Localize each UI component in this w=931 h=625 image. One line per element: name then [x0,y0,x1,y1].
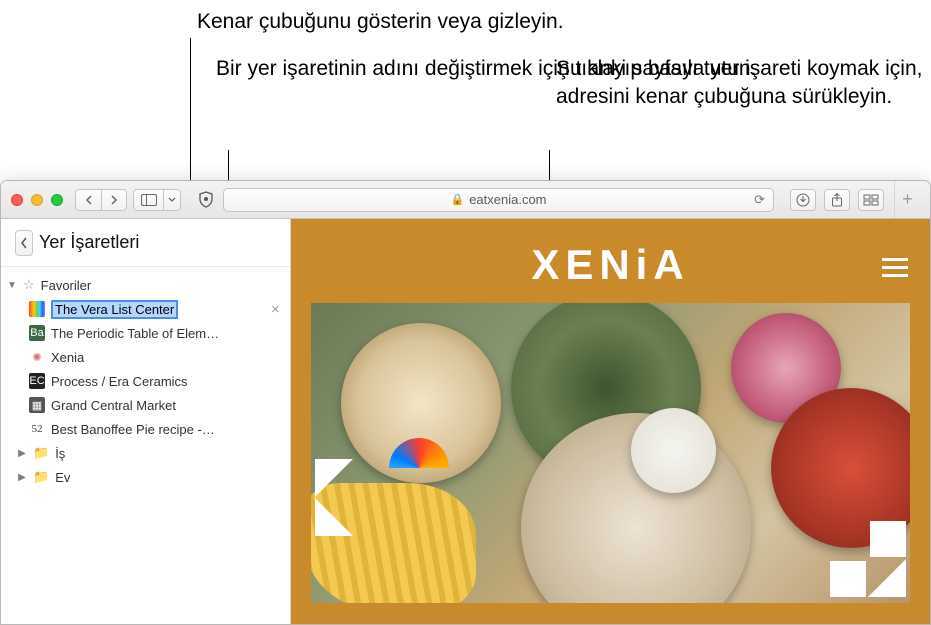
favicon-xenia: ✺ [29,349,45,365]
nav-buttons [75,189,127,211]
food-plate [631,408,716,493]
chevron-left-icon [20,237,28,249]
toolbar-right [790,189,884,211]
decoration-square [830,561,866,597]
bookmark-row[interactable]: ✺ Xenia [1,345,290,369]
favicon-grand-central: ▦ [29,397,45,413]
favorites-star-icon: ☆ [23,277,35,293]
bookmark-row[interactable]: Ba The Periodic Table of Elem… [1,321,290,345]
window-toolbar: 🔒 eatxenia.com ⟳ + [1,181,930,219]
folder-icon: 📁 [33,469,49,485]
sidebar-toggle-group [133,189,181,211]
disclosure-triangle-icon[interactable]: ▶ [17,448,27,459]
minimize-window-button[interactable] [31,194,43,206]
new-tab-button[interactable]: + [894,181,920,218]
close-window-button[interactable] [11,194,23,206]
chevron-right-icon [110,195,118,205]
favorites-folder-row[interactable]: ▼ ☆ Favoriler [1,273,290,297]
safari-window: 🔒 eatxenia.com ⟳ + Yer İşaretle [0,180,931,625]
zoom-window-button[interactable] [51,194,63,206]
bookmarks-sidebar: Yer İşaretleri ▼ ☆ Favoriler The Vera Li… [1,219,291,624]
folder-label: Ev [55,470,70,485]
window-content: Yer İşaretleri ▼ ☆ Favoriler The Vera Li… [1,219,930,624]
favorites-label: Favoriler [41,278,92,293]
callout-drag-bookmark: Şu anki sayfaya yer işareti koymak için,… [556,55,931,112]
bookmark-label: The Periodic Table of Elem… [51,326,219,341]
bookmark-folder-row[interactable]: ▶ 📁 İş [1,441,290,465]
reload-button[interactable]: ⟳ [754,192,765,208]
folder-label: İş [55,446,65,461]
download-icon [796,193,810,207]
chevron-down-icon [168,197,176,203]
address-bar[interactable]: 🔒 eatxenia.com ⟳ [223,188,774,212]
share-icon [831,193,843,207]
bookmark-row[interactable]: 52 Best Banoffee Pie recipe -… [1,417,290,441]
webpage-content: XENiA [291,219,930,624]
bookmark-label: Process / Era Ceramics [51,374,188,389]
downloads-button[interactable] [790,189,816,211]
address-area: 🔒 eatxenia.com ⟳ [197,188,774,212]
tab-overview-icon [863,194,879,206]
decoration-square [870,521,906,557]
food-fries [311,483,476,603]
folder-icon: 📁 [33,445,49,461]
lock-icon: 🔒 [450,193,464,206]
forward-button[interactable] [101,189,127,211]
annotation-callouts: Kenar çubuğunu gösterin veya gizleyin. B… [0,0,931,180]
window-controls [11,194,63,206]
tabs-button[interactable] [858,189,884,211]
bookmark-row[interactable]: ▦ Grand Central Market [1,393,290,417]
sidebar-toggle-button[interactable] [133,189,163,211]
bookmark-folder-row[interactable]: ▶ 📁 Ev [1,465,290,489]
bookmark-label: Grand Central Market [51,398,176,413]
favicon-periodic-table: Ba [29,325,45,341]
sidebar-title: Yer İşaretleri [39,232,139,253]
sidebar-menu-button[interactable] [163,189,181,211]
site-logo-text: XENiA [291,219,930,303]
hero-image [311,303,910,603]
hamburger-icon [882,258,908,261]
bookmark-label: Best Banoffee Pie recipe -… [51,422,215,437]
clear-text-icon[interactable]: ✕ [271,303,280,316]
bookmark-row-editing[interactable]: The Vera List Center ✕ [1,297,290,321]
sidebar-body: ▼ ☆ Favoriler The Vera List Center ✕ Ba … [1,267,290,495]
callout-line [190,38,191,196]
sidebar-back-button[interactable] [15,230,33,256]
chevron-left-icon [85,195,93,205]
privacy-shield-icon[interactable] [197,191,215,209]
sidebar-icon [141,194,157,206]
decoration-triangle [868,559,906,597]
site-menu-button[interactable] [882,253,908,282]
address-text: eatxenia.com [469,192,546,207]
disclosure-triangle-icon[interactable]: ▼ [7,280,17,291]
disclosure-triangle-icon[interactable]: ▶ [17,472,27,483]
favicon-era-ceramics: EC [29,373,45,389]
bookmark-row[interactable]: EC Process / Era Ceramics [1,369,290,393]
share-button[interactable] [824,189,850,211]
favicon-vera-list [29,301,45,317]
favicon-banoffee: 52 [29,421,45,437]
callout-sidebar-toggle: Kenar çubuğunu gösterin veya gizleyin. [197,8,564,36]
sidebar-header: Yer İşaretleri [1,219,290,267]
bookmark-label: Xenia [51,350,84,365]
bookmark-label[interactable]: The Vera List Center [51,300,178,319]
back-button[interactable] [75,189,101,211]
